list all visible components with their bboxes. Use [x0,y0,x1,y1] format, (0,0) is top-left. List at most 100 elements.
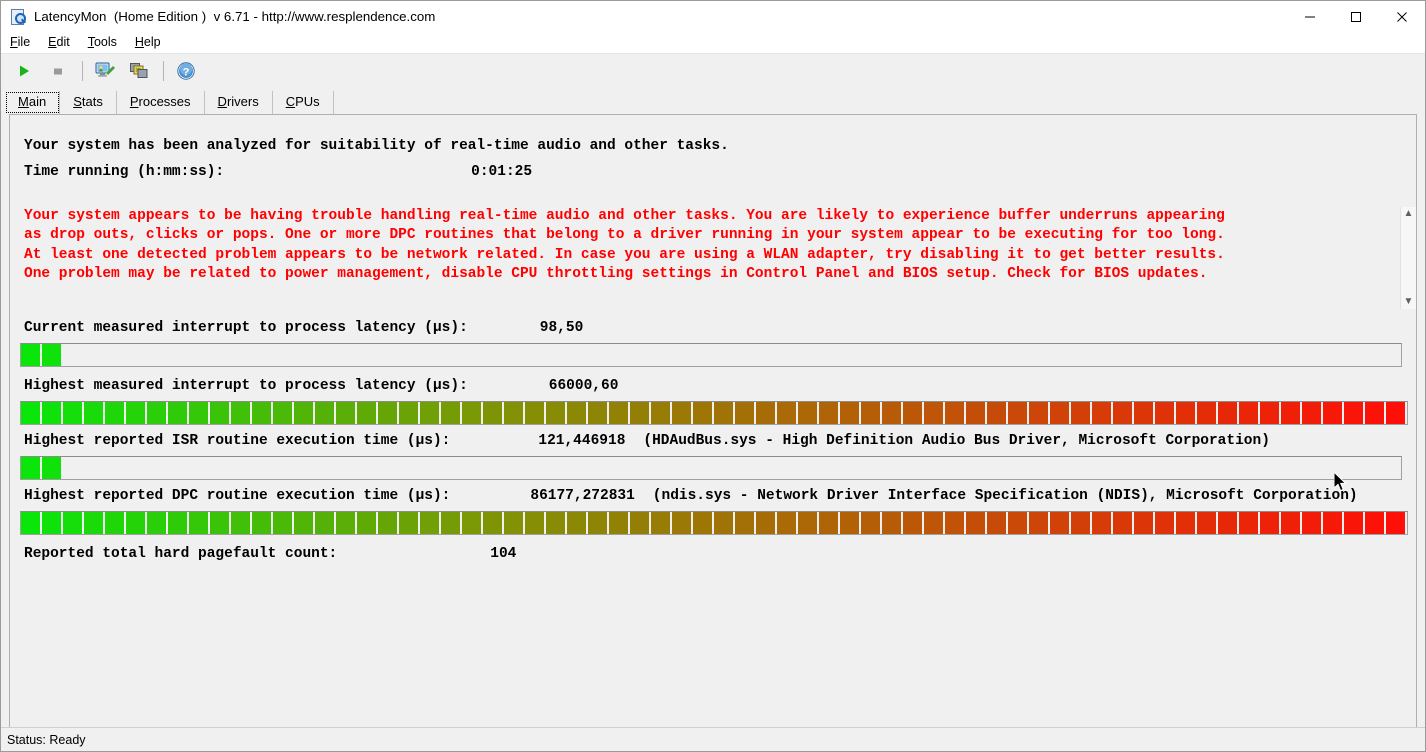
bar-segment [42,402,61,424]
start-monitoring-button[interactable] [9,57,39,85]
tab-cpus[interactable]: CPUs [273,91,334,114]
warning-line-3: At least one detected problem appears to… [24,246,1225,263]
bar-segment [1260,512,1279,534]
bar-segment [336,402,355,424]
bar-segment [420,512,439,534]
bar-segment [588,402,607,424]
bar-segment [42,344,61,366]
bar-segment [840,402,859,424]
menu-help[interactable]: Help [126,33,170,52]
bar-segment [525,512,544,534]
menu-file[interactable]: File [1,33,39,52]
bar-segment [1281,402,1300,424]
warning-box: Your system appears to be having trouble… [10,207,1416,309]
bar-segment [882,402,901,424]
bar-segment [714,402,733,424]
bar-segment [1071,512,1090,534]
monitor-pencil-icon [95,62,115,77]
tab-main[interactable]: Main [5,91,61,114]
bar-segment [252,512,271,534]
metric-row-highest-isr-execution-time: Highest reported ISR routine execution t… [10,431,1416,451]
bar-segment [273,512,292,534]
bar-segment [21,344,40,366]
bar-segment [672,512,691,534]
copy-button[interactable] [124,57,154,85]
tab-processes[interactable]: Processes [117,91,205,114]
window-controls [1287,1,1425,32]
pagefault-value: 104 [490,546,517,562]
window-title: LatencyMon (Home Edition ) v 6.71 - http… [34,9,436,24]
metric-label: Highest measured interrupt to process la… [24,378,468,394]
stop-monitoring-button[interactable] [43,57,73,85]
chevron-down-icon[interactable]: ▼ [1404,295,1414,309]
bar-segment [1092,402,1111,424]
bar-segment [1281,512,1300,534]
bar-segment [357,402,376,424]
warning-scrollbar[interactable]: ▲ ▼ [1400,207,1416,309]
metric-detail: (ndis.sys - Network Driver Interface Spe… [652,488,1358,504]
bar-segment [441,402,460,424]
bar-current-interrupt-latency [20,343,1402,367]
bar-segment [693,402,712,424]
bar-segment [63,512,82,534]
pagefault-row: Reported total hard pagefault count: 104 [10,544,1416,564]
metric-row-highest-interrupt-latency: Highest measured interrupt to process la… [10,376,1416,396]
bar-segment [189,512,208,534]
stop-icon [54,68,62,75]
svg-text:?: ? [183,66,190,78]
bar-segment [777,512,796,534]
bar-segment [231,512,250,534]
time-running-row: Time running (h:mm:ss): 0:01:25 [24,159,1416,185]
bar-segment [42,457,61,479]
bar-segment [504,402,523,424]
analysis-headline: Your system has been analyzed for suitab… [24,138,729,154]
bar-segment [735,512,754,534]
bar-segment [231,402,250,424]
bar-segment [861,402,880,424]
bar-segment [21,402,40,424]
bar-segment [21,457,40,479]
menu-tools[interactable]: Tools [79,33,126,52]
chevron-up-icon[interactable]: ▲ [1404,207,1414,221]
bar-segment [1239,512,1258,534]
toolbar: ? [1,54,1425,88]
bar-segment [567,402,586,424]
bar-segment [1323,402,1342,424]
bar-segment [1302,402,1321,424]
bar-segment [798,512,817,534]
tab-stats[interactable]: Stats [60,91,117,114]
tab-drivers[interactable]: Drivers [205,91,273,114]
bar-segment [1134,402,1153,424]
bar-segment [1050,402,1069,424]
summary-header: Your system has been analyzed for suitab… [10,115,1416,185]
menu-edit[interactable]: Edit [39,33,79,52]
bar-segment [588,512,607,534]
bar-segment [903,402,922,424]
bar-segment [1029,402,1048,424]
bar-segment [567,512,586,534]
bar-highest-isr-execution-time [20,456,1402,480]
help-button[interactable]: ? [171,57,201,85]
minimize-button[interactable] [1287,1,1333,32]
maximize-button[interactable] [1333,1,1379,32]
question-mark-icon: ? [177,62,195,80]
bar-segment [924,512,943,534]
bar-segment [840,512,859,534]
report-button[interactable] [90,57,120,85]
bar-segment [1344,512,1363,534]
bar-segment [189,402,208,424]
bar-segment [294,402,313,424]
metric-value: 121,446918 [538,433,626,449]
bar-segment [1134,512,1153,534]
bar-segment [399,402,418,424]
bar-segment [735,402,754,424]
bar-segment [294,512,313,534]
metric-label: Highest reported DPC routine execution t… [24,488,451,504]
metric-row-highest-dpc-execution-time: Highest reported DPC routine execution t… [10,486,1416,506]
close-button[interactable] [1379,1,1425,32]
bar-segment [147,512,166,534]
app-icon [10,8,27,25]
bar-highest-interrupt-latency [20,401,1408,425]
bar-segment [609,512,628,534]
bar-segment [1176,402,1195,424]
